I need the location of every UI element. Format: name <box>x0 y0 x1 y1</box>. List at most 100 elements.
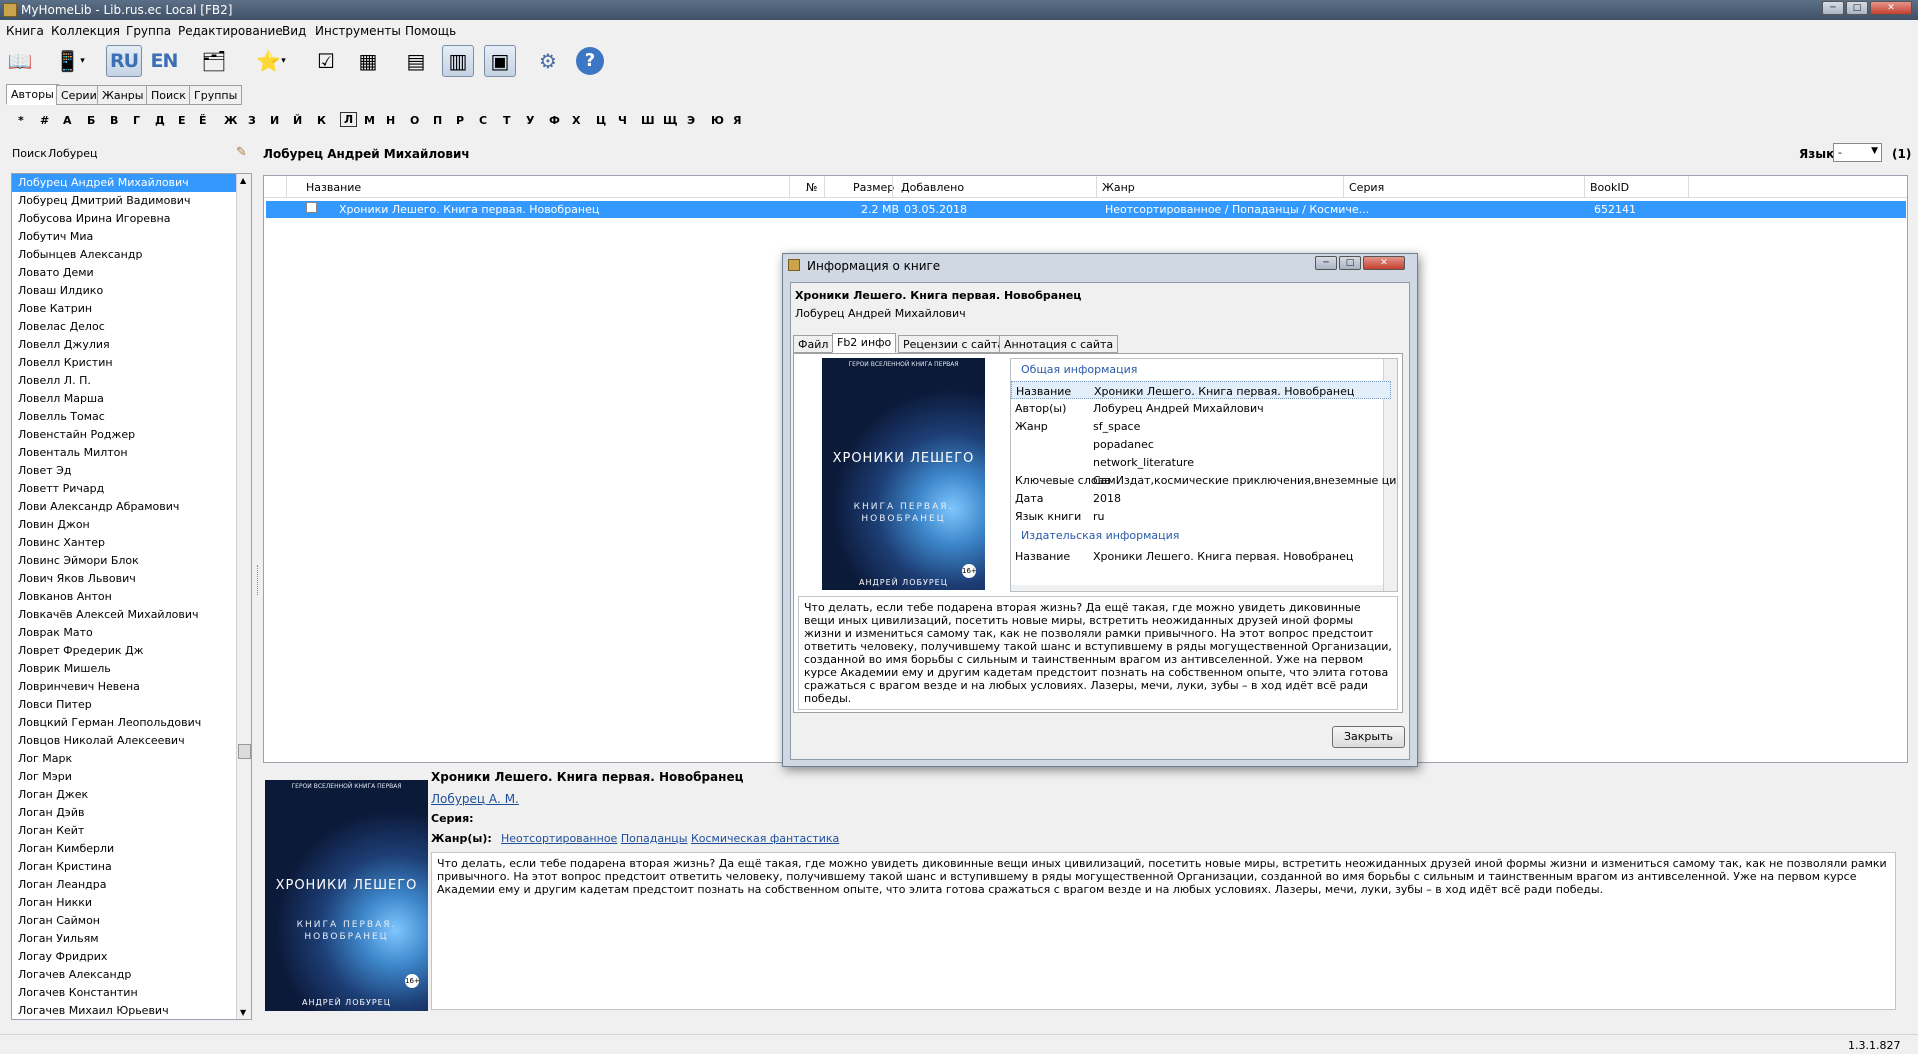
letter-2[interactable]: А <box>63 114 72 127</box>
author-list-item[interactable]: Ловинс Хантер <box>12 534 236 552</box>
letter-16[interactable]: Н <box>386 114 395 127</box>
prop-row[interactable]: Автор(ы) Лобурец Андрей Михайлович <box>1011 399 1391 417</box>
author-list-item[interactable]: Логан Уильям <box>12 930 236 948</box>
letter-23[interactable]: Ф <box>549 114 560 127</box>
author-list-item[interactable]: Ловет Эд <box>12 462 236 480</box>
device-icon[interactable]: 📱 ▾ <box>48 45 92 77</box>
prop-row[interactable]: popadanec <box>1011 435 1391 453</box>
author-list-item[interactable]: Логау Фридрих <box>12 948 236 966</box>
author-list-item[interactable]: Ловелас Делос <box>12 318 236 336</box>
tree-view-icon[interactable]: ▥ <box>442 45 474 77</box>
letter-30[interactable]: Ю <box>711 114 724 127</box>
dialog-minimize-button[interactable]: ─ <box>1315 256 1337 270</box>
preview-pane-icon[interactable]: ▣ <box>484 45 516 77</box>
author-list-item[interactable]: Ловенталь Милтон <box>12 444 236 462</box>
menu-collection[interactable]: Коллекция <box>51 24 120 38</box>
author-link[interactable]: Лобурец А. М. <box>431 792 519 806</box>
letter-12[interactable]: Й <box>293 114 302 127</box>
menu-view[interactable]: Вид <box>282 24 306 38</box>
language-select[interactable]: - ▼ <box>1833 143 1882 162</box>
prop-row[interactable]: Название Хроники Лешего. Книга первая. Но… <box>1011 547 1391 565</box>
author-list-item[interactable]: Лобусова Ирина Игоревна <box>12 210 236 228</box>
props-hscroll[interactable] <box>1011 585 1383 591</box>
author-list-item[interactable]: Логан Саймон <box>12 912 236 930</box>
author-list-item[interactable]: Логан Кейт <box>12 822 236 840</box>
author-list-scrollbar[interactable]: ▲ ▼ <box>236 174 251 1019</box>
lang-en-button[interactable]: EN <box>146 45 182 77</box>
author-list-item[interactable]: Логан Джек <box>12 786 236 804</box>
author-list-item[interactable]: Ловенстайн Роджер <box>12 426 236 444</box>
table-row[interactable]: Хроники Лешего. Книга первая. Новобранец… <box>266 201 1906 218</box>
author-list-item[interactable]: Ловрет Фредерик Дж <box>12 642 236 660</box>
menu-tools[interactable]: Инструменты <box>315 24 401 38</box>
letter-0[interactable]: * <box>18 114 24 127</box>
author-list-item[interactable]: Ловелл Марша <box>12 390 236 408</box>
close-window-button[interactable]: ✕ <box>1870 1 1912 15</box>
author-list-item[interactable]: Ловелль Томас <box>12 408 236 426</box>
letter-26[interactable]: Ч <box>618 114 627 127</box>
author-list-item[interactable]: Ловринчевич Невена <box>12 678 236 696</box>
help-icon[interactable]: ? <box>574 45 606 77</box>
author-list-item[interactable]: Ловрак Мато <box>12 624 236 642</box>
letter-18[interactable]: П <box>433 114 442 127</box>
letter-10[interactable]: З <box>248 114 256 127</box>
letter-19[interactable]: Р <box>456 114 464 127</box>
letter-29[interactable]: Э <box>687 114 695 127</box>
add-favorite-icon[interactable]: ⭐ ▾ <box>248 45 294 77</box>
col-added[interactable]: Добавлено <box>901 181 964 194</box>
genre-link[interactable]: Попаданцы <box>621 832 688 845</box>
author-list-item[interactable]: Ловканов Антон <box>12 588 236 606</box>
letter-22[interactable]: У <box>526 114 534 127</box>
author-list-item[interactable]: Логан Кимберли <box>12 840 236 858</box>
tab-fb2-info[interactable]: Fb2 инфо <box>832 333 897 353</box>
author-list-item[interactable]: Ловрик Мишель <box>12 660 236 678</box>
letter-8[interactable]: Ё <box>199 114 207 127</box>
tab-search[interactable]: Поиск <box>146 85 191 105</box>
prop-row[interactable]: Название Хроники Лешего. Книга первая. Но… <box>1011 381 1391 399</box>
col-title[interactable]: Название <box>306 181 361 194</box>
author-list-item[interactable]: Логан Леандра <box>12 876 236 894</box>
tab-genres[interactable]: Жанры <box>97 85 149 105</box>
tab-reviews[interactable]: Рецензии с сайта <box>898 335 1010 353</box>
maximize-button[interactable]: □ <box>1846 1 1868 15</box>
author-list-item[interactable]: Логачев Константин <box>12 984 236 1002</box>
menu-book[interactable]: Книга <box>6 24 44 38</box>
letter-1[interactable]: # <box>40 114 49 127</box>
author-list-item[interactable]: Ловато Деми <box>12 264 236 282</box>
prop-row[interactable]: Ключевые слова СамИздат,космические прикл… <box>1011 471 1396 489</box>
table-view-icon[interactable]: ▤ <box>400 45 432 77</box>
author-list-item[interactable]: Ловелл Джулия <box>12 336 236 354</box>
col-series[interactable]: Серия <box>1349 181 1384 194</box>
letter-3[interactable]: Б <box>87 114 95 127</box>
prop-row[interactable]: network_literature <box>1011 453 1391 471</box>
letter-27[interactable]: Ш <box>641 114 655 127</box>
search-input[interactable] <box>48 144 224 162</box>
author-list-item[interactable]: Логачев Михаил Юрьевич <box>12 1002 236 1019</box>
letter-25[interactable]: Ц <box>596 114 606 127</box>
author-list-item[interactable]: Ловаш Илдико <box>12 282 236 300</box>
letter-7[interactable]: Е <box>178 114 186 127</box>
prop-row[interactable]: Язык книги ru <box>1011 507 1391 525</box>
fb2-properties[interactable]: Общая информация Название Хроники Лешего.… <box>1010 358 1398 592</box>
author-list-item[interactable]: Лович Яков Львович <box>12 570 236 588</box>
check-list-icon[interactable]: ☑ <box>310 45 342 77</box>
author-list[interactable]: ▲ ▼ Лобурец Андрей Михайлович Лобурец Дми… <box>11 173 252 1020</box>
author-list-item[interactable]: Логан Дэйв <box>12 804 236 822</box>
author-list-item[interactable]: Ловкачёв Алексей Михайлович <box>12 606 236 624</box>
author-list-item[interactable]: Лог Мэри <box>12 768 236 786</box>
letter-20[interactable]: С <box>479 114 487 127</box>
prop-row[interactable]: Жанр sf_space <box>1011 417 1391 435</box>
letter-5[interactable]: Г <box>133 114 140 127</box>
layout-icon[interactable]: ▦ <box>352 45 384 77</box>
author-list-item[interactable]: Ловцов Николай Алексеевич <box>12 732 236 750</box>
letter-24[interactable]: Х <box>572 114 580 127</box>
genre-link[interactable]: Неотсортированное <box>501 832 617 845</box>
tab-groups[interactable]: Группы <box>189 85 243 105</box>
author-list-item[interactable]: Лобурец Дмитрий Вадимович <box>12 192 236 210</box>
splitter-grip[interactable] <box>257 565 260 595</box>
letter-11[interactable]: И <box>270 114 279 127</box>
author-list-item[interactable]: Лове Катрин <box>12 300 236 318</box>
tab-file[interactable]: Файл <box>793 335 834 353</box>
row-checkbox[interactable] <box>306 202 317 213</box>
menu-group[interactable]: Группа <box>126 24 171 38</box>
